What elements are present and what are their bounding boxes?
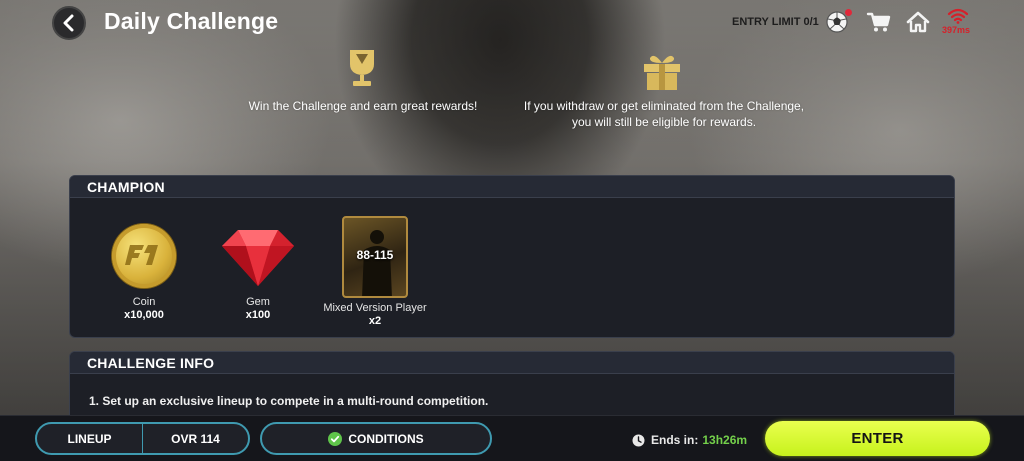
win-rewards-text: Win the Challenge and earn great rewards… <box>248 99 478 113</box>
bottom-bar: LINEUP OVR 114 CONDITIONS Ends in: 13h26… <box>0 415 1024 461</box>
lineup-label: LINEUP <box>67 431 112 446</box>
back-button[interactable] <box>52 6 86 40</box>
gift-icon <box>644 55 680 90</box>
lineup-button[interactable]: LINEUP OVR 114 <box>35 422 250 455</box>
coin-icon <box>112 224 176 288</box>
notification-badge <box>845 9 852 16</box>
home-icon[interactable] <box>905 10 931 34</box>
reward-quantity: x2 <box>368 315 382 327</box>
player-card-icon: 88-115 <box>342 216 408 298</box>
reward-coin[interactable]: Coin x10,000 <box>100 224 188 322</box>
cart-icon[interactable] <box>866 10 892 34</box>
conditions-button[interactable]: CONDITIONS <box>260 422 492 455</box>
entry-limit: ENTRY LIMIT 0/1 <box>732 16 819 28</box>
champion-panel: CHAMPION Coin x10,000 Gem x100 88-115 Mi… <box>69 175 955 338</box>
conditions-label: CONDITIONS <box>348 431 424 446</box>
ends-label: Ends in: <box>651 433 699 447</box>
info-line: 1. Set up an exclusive lineup to compete… <box>89 394 489 408</box>
reward-name: Coin <box>132 296 156 308</box>
reward-name: Gem <box>246 296 270 308</box>
trophy-icon <box>350 50 374 86</box>
ping-readout: 397ms <box>942 25 971 35</box>
chevron-left-icon <box>63 14 74 32</box>
reward-player-card[interactable]: 88-115 Mixed Version Player x2 <box>320 216 430 328</box>
ends-timer: Ends in: 13h26m <box>632 433 747 447</box>
challenge-info-heading: CHALLENGE INFO <box>70 352 954 374</box>
gem-icon <box>222 230 294 286</box>
reward-quantity: x100 <box>245 309 271 321</box>
clock-icon <box>632 434 645 446</box>
ends-time: 13h26m <box>702 433 748 447</box>
card-rating: 88-115 <box>356 248 394 262</box>
reward-quantity: x10,000 <box>124 309 164 321</box>
reward-gem[interactable]: Gem x100 <box>210 224 306 322</box>
withdraw-rewards-text: If you withdraw or get eliminated from t… <box>523 99 805 129</box>
page-title: Daily Challenge <box>104 8 279 34</box>
player-silhouette-icon <box>362 230 392 296</box>
ovr-value: OVR 114 <box>171 431 220 446</box>
wifi-signal-icon <box>947 8 969 24</box>
reward-name: Mixed Version Player <box>323 302 427 314</box>
check-circle-icon <box>328 431 343 446</box>
champion-heading: CHAMPION <box>70 176 954 198</box>
enter-button[interactable]: ENTER <box>765 421 990 456</box>
